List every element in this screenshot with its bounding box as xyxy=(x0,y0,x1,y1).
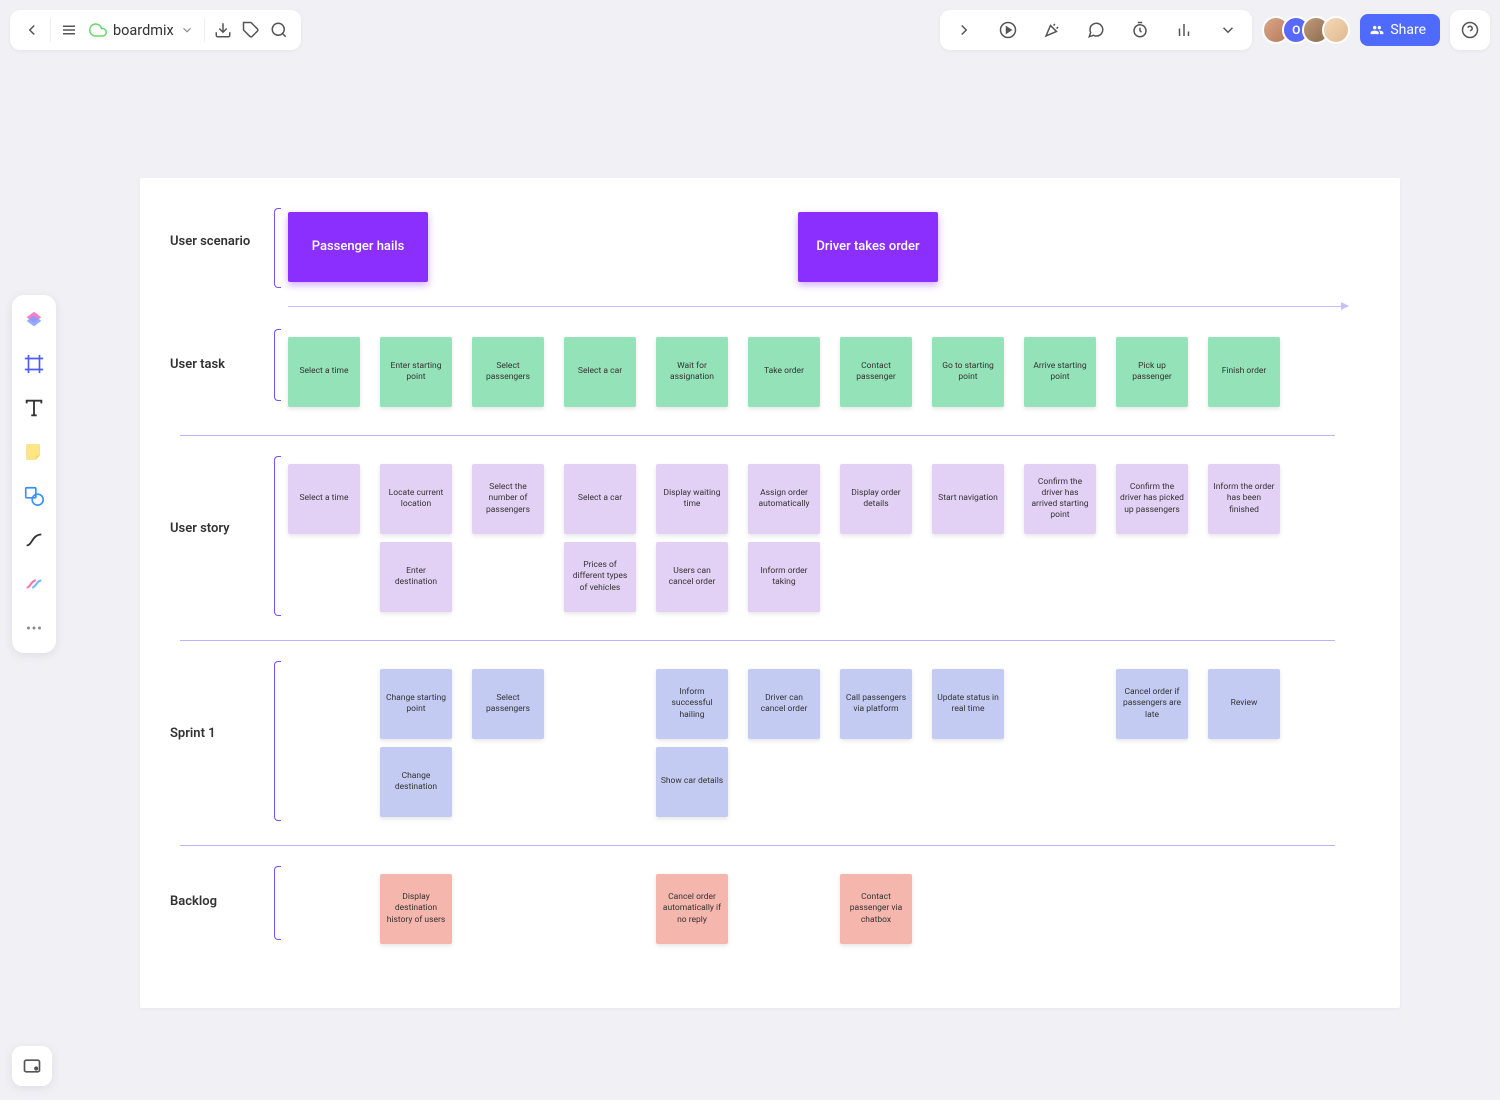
cloud-sync-icon xyxy=(89,21,107,39)
story-card[interactable]: Display order details xyxy=(840,464,912,534)
sprint-card[interactable]: Change destination xyxy=(380,747,452,817)
more-button[interactable] xyxy=(1214,16,1242,44)
avatar[interactable] xyxy=(1322,16,1350,44)
backlog-card[interactable]: Cancel order automatically if no reply xyxy=(656,874,728,944)
timeline-arrow xyxy=(288,306,1348,307)
app-title-text: boardmix xyxy=(113,22,174,39)
row-backlog: Backlog Display destination history of u… xyxy=(170,866,1370,952)
task-card[interactable]: Enter starting point xyxy=(380,337,452,407)
row-label: User task xyxy=(170,329,270,372)
top-bar-tools xyxy=(940,10,1252,50)
story-card[interactable]: Users can cancel order xyxy=(656,542,728,612)
top-bar-right: O Share xyxy=(940,10,1490,50)
story-card[interactable]: Select a car xyxy=(564,464,636,534)
row-user-scenario: User scenario Passenger hails Driver tak… xyxy=(170,208,1370,288)
story-card[interactable]: Locate current location xyxy=(380,464,452,534)
task-card[interactable]: Arrive starting point xyxy=(1024,337,1096,407)
bracket-icon xyxy=(270,208,282,288)
task-card[interactable]: Wait for assignation xyxy=(656,337,728,407)
sticky-note-tool[interactable] xyxy=(19,437,49,467)
comment-button[interactable] xyxy=(1082,16,1110,44)
sprint-card[interactable]: Call passengers via platform xyxy=(840,669,912,739)
pen-tool[interactable] xyxy=(19,569,49,599)
canvas[interactable]: User scenario Passenger hails Driver tak… xyxy=(140,178,1400,1008)
connector-tool[interactable] xyxy=(19,525,49,555)
app-title[interactable]: boardmix xyxy=(83,21,200,39)
story-card[interactable]: Display waiting time xyxy=(656,464,728,534)
expand-button[interactable] xyxy=(950,16,978,44)
bracket-icon xyxy=(270,456,282,616)
chevron-down-icon xyxy=(180,23,194,37)
sprint-card[interactable]: Select passengers xyxy=(472,669,544,739)
story-card[interactable]: Inform order taking xyxy=(748,542,820,612)
story-card[interactable]: Select a time xyxy=(288,464,360,534)
story-card[interactable]: Confirm the driver has arrived starting … xyxy=(1024,464,1096,534)
search-button[interactable] xyxy=(265,16,293,44)
task-card[interactable]: Go to starting point xyxy=(932,337,1004,407)
row-user-story: User story Select a time Locate current … xyxy=(170,456,1370,620)
story-card[interactable]: Select the number of passengers xyxy=(472,464,544,534)
backlog-card[interactable]: Contact passenger via chatbox xyxy=(840,874,912,944)
menu-button[interactable] xyxy=(55,16,83,44)
top-bar: boardmix xyxy=(10,10,1490,50)
templates-tool[interactable] xyxy=(19,305,49,335)
divider xyxy=(204,18,205,42)
text-tool[interactable] xyxy=(19,393,49,423)
task-card[interactable]: Select a time xyxy=(288,337,360,407)
section-divider xyxy=(180,435,1335,436)
task-card[interactable]: Select a car xyxy=(564,337,636,407)
task-card[interactable]: Contact passenger xyxy=(840,337,912,407)
row-label: User scenario xyxy=(170,208,270,249)
share-button[interactable]: Share xyxy=(1360,14,1440,46)
sprint-card[interactable]: Review xyxy=(1208,669,1280,739)
story-card[interactable]: Inform the order has been finished xyxy=(1208,464,1280,534)
celebrate-button[interactable] xyxy=(1038,16,1066,44)
task-card[interactable]: Finish order xyxy=(1208,337,1280,407)
task-card[interactable]: Select passengers xyxy=(472,337,544,407)
scenario-card[interactable]: Passenger hails xyxy=(288,212,428,282)
sprint-card[interactable]: Change starting point xyxy=(380,669,452,739)
frame-tool[interactable] xyxy=(19,349,49,379)
row-label: Backlog xyxy=(170,866,270,909)
download-button[interactable] xyxy=(209,16,237,44)
sprint-card[interactable]: Show car details xyxy=(656,747,728,817)
divider xyxy=(50,18,51,42)
share-icon xyxy=(1370,23,1384,37)
story-card[interactable]: Start navigation xyxy=(932,464,1004,534)
story-card[interactable]: Prices of different types of vehicles xyxy=(564,542,636,612)
section-divider xyxy=(180,640,1335,641)
bracket-icon xyxy=(270,661,282,821)
vote-button[interactable] xyxy=(1170,16,1198,44)
row-label: User story xyxy=(170,456,270,536)
story-card[interactable]: Enter destination xyxy=(380,542,452,612)
sprint-card[interactable]: Cancel order if passengers are late xyxy=(1116,669,1188,739)
minimap-button[interactable] xyxy=(12,1046,52,1086)
story-card[interactable]: Confirm the driver has picked up passeng… xyxy=(1116,464,1188,534)
task-card[interactable]: Take order xyxy=(748,337,820,407)
task-card[interactable]: Pick up passenger xyxy=(1116,337,1188,407)
present-button[interactable] xyxy=(994,16,1022,44)
row-sprint-1: Sprint 1 Change starting point Select pa… xyxy=(170,661,1370,825)
share-label: Share xyxy=(1390,22,1426,38)
sprint-card[interactable]: Update status in real time xyxy=(932,669,1004,739)
bracket-icon xyxy=(270,866,282,940)
timer-button[interactable] xyxy=(1126,16,1154,44)
section-divider xyxy=(180,845,1335,846)
sprint-card[interactable]: Inform successful hailing xyxy=(656,669,728,739)
bracket-icon xyxy=(270,329,282,401)
back-button[interactable] xyxy=(18,16,46,44)
story-card[interactable]: Assign order automatically xyxy=(748,464,820,534)
shape-tool[interactable] xyxy=(19,481,49,511)
row-user-task: User task Select a time Enter starting p… xyxy=(170,329,1370,415)
row-label: Sprint 1 xyxy=(170,661,270,741)
top-bar-left: boardmix xyxy=(10,10,301,50)
sprint-card[interactable]: Driver can cancel order xyxy=(748,669,820,739)
help-button[interactable] xyxy=(1450,10,1490,50)
side-toolbar xyxy=(12,295,56,653)
backlog-card[interactable]: Display destination history of users xyxy=(380,874,452,944)
tag-button[interactable] xyxy=(237,16,265,44)
scenario-card[interactable]: Driver takes order xyxy=(798,212,938,282)
more-tools[interactable] xyxy=(19,613,49,643)
collaborator-avatars[interactable]: O xyxy=(1262,16,1350,44)
